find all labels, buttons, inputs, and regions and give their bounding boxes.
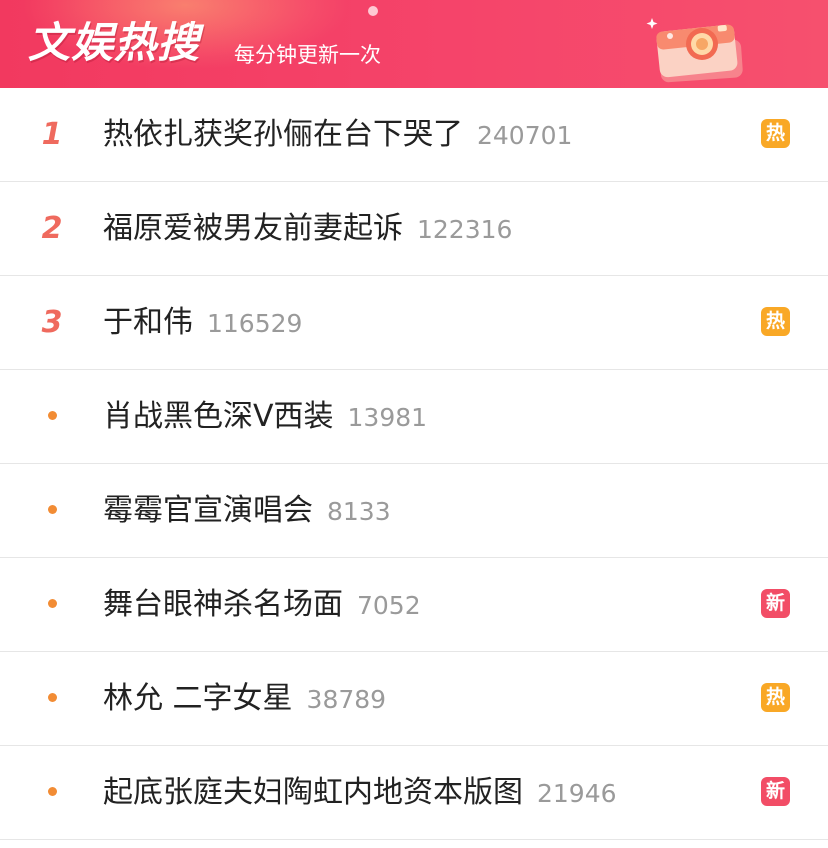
heat-count: 21946 — [537, 779, 617, 808]
heat-count: 122316 — [417, 215, 513, 244]
hot-badge: 热 — [761, 307, 790, 336]
list-item[interactable]: 林允 二字女星 38789 热 — [0, 652, 828, 746]
heat-count: 13981 — [347, 403, 428, 432]
hot-badge: 热 — [761, 119, 790, 148]
list-item[interactable]: 舞台眼神杀名场面 7052 新 — [0, 558, 828, 652]
hot-search-list: 1 热依扎获奖孙俪在台下哭了 240701 热 2 福原爱被男友前妻起诉 12231… — [0, 88, 828, 840]
bullet-dot-icon — [47, 411, 57, 420]
decorative-dot — [368, 6, 378, 16]
bullet-dot-icon — [47, 599, 57, 608]
topic-title[interactable]: 舞台眼神杀名场面 — [103, 587, 343, 622]
topic-title[interactable]: 起底张庭夫妇陶虹内地资本版图 — [103, 775, 523, 810]
header-banner: 文娱热搜 每分钟更新一次 — [0, 0, 828, 88]
list-item[interactable]: 2 福原爱被男友前妻起诉 122316 — [0, 182, 828, 276]
topic-title[interactable]: 霉霉官宣演唱会 — [103, 493, 313, 528]
list-item[interactable]: 3 于和伟 116529 热 — [0, 276, 828, 370]
page-title: 文娱热搜 — [28, 18, 201, 67]
list-item[interactable]: 起底张庭夫妇陶虹内地资本版图 21946 新 — [0, 746, 828, 840]
heat-count: 38789 — [306, 685, 387, 714]
topic-title[interactable]: 肖战黑色深V西装 — [103, 399, 334, 434]
heat-count: 8133 — [327, 497, 391, 526]
camera-icon — [646, 18, 743, 83]
rank-number: 2 — [41, 211, 63, 246]
rank-number: 3 — [41, 305, 63, 340]
bullet-marker — [32, 652, 72, 745]
new-badge: 新 — [761, 589, 790, 618]
list-item[interactable]: 霉霉官宣演唱会 8133 — [0, 464, 828, 558]
bullet-marker — [32, 746, 72, 839]
bullet-dot-icon — [47, 693, 57, 702]
heat-count: 240701 — [477, 121, 573, 150]
hot-badge: 热 — [761, 683, 790, 712]
heat-count: 7052 — [357, 591, 421, 620]
bullet-marker — [32, 464, 72, 557]
page-subtitle: 每分钟更新一次 — [234, 43, 381, 67]
topic-title[interactable]: 热依扎获奖孙俪在台下哭了 — [103, 117, 463, 152]
bullet-marker — [32, 370, 72, 463]
list-item[interactable]: 肖战黑色深V西装 13981 — [0, 370, 828, 464]
rank-number: 1 — [41, 117, 63, 152]
list-item[interactable]: 1 热依扎获奖孙俪在台下哭了 240701 热 — [0, 88, 828, 182]
topic-title[interactable]: 福原爱被男友前妻起诉 — [103, 211, 403, 246]
topic-title[interactable]: 于和伟 — [103, 305, 193, 340]
bullet-dot-icon — [47, 505, 57, 514]
heat-count: 116529 — [207, 309, 303, 338]
bullet-marker — [32, 558, 72, 651]
bullet-dot-icon — [47, 787, 57, 796]
new-badge: 新 — [761, 777, 790, 806]
topic-title[interactable]: 林允 二字女星 — [103, 681, 293, 716]
